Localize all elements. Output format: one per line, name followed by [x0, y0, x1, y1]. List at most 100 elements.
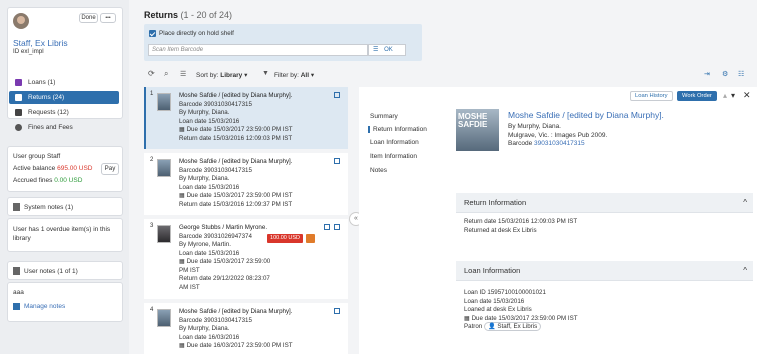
tab-return-information[interactable]: Return Information	[368, 126, 427, 133]
patron-chip[interactable]: 👤 Staff, Ex Libris	[483, 322, 542, 331]
loan-information-body: Loan ID 15957100100001021 Loan date 15/0…	[456, 281, 753, 349]
tab-summary[interactable]: Summary	[370, 113, 398, 120]
done-button[interactable]: Done	[79, 13, 98, 23]
row-due-text: Due date 15/03/2017 23:59:00 PM IST	[186, 192, 293, 199]
system-note-text: User has 1 overdue item(s) in this libra…	[13, 226, 111, 242]
manage-notes-icon	[13, 303, 20, 310]
user-note-text: aaa	[13, 289, 24, 296]
cover-image: MOSHE SAFDIE	[456, 109, 499, 151]
row-due-text: Due date 15/03/2017 23:59:00	[186, 258, 271, 265]
row-return-date: Return date 29/12/2022 08:23:07	[179, 275, 270, 282]
chevron-up-icon[interactable]: ^	[743, 193, 747, 213]
fines-label: Accrued fines	[13, 177, 53, 184]
nav-fines-label: Fines and Fees	[28, 124, 73, 131]
left-sidebar: Done ••• Staff, Ex Libris ID exl_impl Lo…	[0, 0, 129, 354]
chevron-down-icon[interactable]: ▾	[731, 91, 735, 100]
detail-author: By Murphy, Diana.	[508, 123, 561, 130]
calendar-icon: ▦	[179, 126, 185, 133]
row-number: 1	[150, 91, 154, 97]
tab-item-information[interactable]: Item Information	[370, 153, 417, 160]
loan-history-button[interactable]: Loan History	[630, 91, 673, 101]
user-notes-header[interactable]: User notes (1 of 1)	[7, 261, 123, 280]
chevron-up-icon[interactable]: ▴	[723, 91, 727, 100]
user-name[interactable]: Staff, Ex Libris	[13, 38, 68, 48]
row-title[interactable]: Moshe Safdie / [edited by Diana Murphy].	[179, 308, 293, 317]
loan-information-header[interactable]: Loan Information ^	[456, 261, 753, 281]
calendar-icon: ▦	[179, 258, 185, 265]
row-due-date: ▦ Due date 15/03/2017 23:59:00 PM IST	[179, 192, 293, 201]
pay-button[interactable]: Pay	[101, 163, 119, 175]
balance-value: 695.00 USD	[57, 165, 93, 172]
list-item[interactable]: 2 Moshe Safdie / [edited by Diana Murphy…	[144, 153, 348, 215]
fee-alert-icon	[306, 234, 315, 243]
copy-icon[interactable]	[334, 158, 340, 164]
cover-thumbnail	[157, 309, 171, 327]
scan-barcode-input[interactable]: Scan Item Barcode	[148, 44, 368, 56]
nav-fines[interactable]: Fines and Fees	[9, 121, 119, 134]
cover-thumbnail	[157, 159, 171, 177]
nav-returns[interactable]: Returns (24)	[9, 91, 119, 104]
page-title: Returns (1 - 20 of 24)	[144, 10, 232, 20]
row-author: By Myrone, Martin.	[179, 241, 231, 248]
nav-requests[interactable]: Requests (12)	[9, 106, 119, 119]
row-number: 3	[150, 223, 154, 229]
nav-loans[interactable]: Loans (1)	[9, 76, 119, 89]
patron-label: Patron	[464, 323, 483, 330]
hold-shelf-checkbox[interactable]	[149, 30, 156, 37]
copy-icon[interactable]	[334, 92, 340, 98]
detail-meta: By Murphy, Diana. Mulgrave, Vic. : Image…	[508, 123, 607, 149]
close-icon[interactable]: ✕	[743, 90, 751, 101]
row-title[interactable]: Moshe Safdie / [edited by Diana Murphy].	[179, 158, 293, 167]
loan-date: Loan date 15/03/2016	[464, 297, 525, 305]
chevron-up-icon[interactable]: ^	[743, 261, 747, 281]
list-item[interactable]: 4 Moshe Safdie / [edited by Diana Murphy…	[144, 303, 348, 354]
barcode-label: Barcode	[508, 140, 533, 147]
row-due-date: ▦ Due date 15/03/2017 23:59:00 PM IST	[179, 126, 293, 135]
export-icon[interactable]: ⇥	[704, 70, 710, 78]
fee-badge[interactable]: 100.00 USD	[267, 234, 303, 243]
tab-loan-information[interactable]: Loan Information	[370, 139, 419, 146]
more-button[interactable]: •••	[100, 13, 116, 23]
row-title[interactable]: George Stubbs / Martin Myrone.	[179, 224, 270, 233]
edit-icon[interactable]	[324, 224, 330, 230]
sort-control[interactable]: Sort by: Library ▾	[196, 71, 247, 79]
list-item[interactable]: 1 Moshe Safdie / [edited by Diana Murphy…	[144, 87, 348, 149]
refresh-icon[interactable]: ⟳	[148, 69, 155, 78]
user-id: ID exl_impl	[13, 48, 44, 55]
columns-icon[interactable]: ☷	[738, 70, 744, 78]
manage-notes-label[interactable]: Manage notes	[24, 303, 65, 310]
barcode-link[interactable]: 39031030417315	[534, 140, 585, 147]
notes-icon	[13, 203, 20, 211]
tab-notes[interactable]: Notes	[370, 167, 387, 174]
accrued-fines: Accrued fines 0.00 USD	[13, 177, 82, 184]
page-title-text: Returns	[144, 10, 179, 20]
list-item[interactable]: 3 George Stubbs / Martin Myrone. Barcode…	[144, 219, 348, 299]
system-notes-header[interactable]: System notes (1)	[7, 197, 123, 216]
page-count: (1 - 20 of 24)	[180, 10, 233, 20]
copy-icon[interactable]	[334, 224, 340, 230]
work-order-button[interactable]: Work Order	[677, 91, 717, 101]
row-due-text: Due date 15/03/2017 23:59:00 PM IST	[186, 126, 293, 133]
filter-control[interactable]: Filter by: All ▾	[274, 71, 314, 79]
fines-icon	[15, 124, 22, 131]
sort-value: Library	[220, 72, 243, 79]
search-icon[interactable]: ⌕	[164, 69, 168, 79]
row-text: Moshe Safdie / [edited by Diana Murphy].…	[179, 158, 293, 209]
scan-ok-button[interactable]: ☰ OK	[368, 44, 406, 56]
sort-icon: ☰	[180, 71, 187, 78]
row-barcode: Barcode 39031030417315	[179, 166, 252, 174]
return-information-header[interactable]: Return Information ^	[456, 193, 753, 213]
cover-text: MOSHE SAFDIE	[458, 112, 488, 129]
row-return-date-cont: AM IST	[179, 283, 200, 291]
copy-icon[interactable]	[334, 308, 340, 314]
user-notes-title: User notes (1 of 1)	[24, 268, 78, 275]
gear-icon[interactable]: ⚙	[722, 70, 728, 78]
avatar[interactable]	[13, 13, 29, 29]
return-information-title: Return Information	[464, 198, 527, 207]
filter-icon: ▼	[262, 70, 269, 77]
detail-title[interactable]: Moshe Safdie / [edited by Diana Murphy].	[508, 110, 664, 120]
row-author: By Murphy, Diana.	[179, 325, 230, 332]
calendar-icon: ▦	[179, 192, 185, 199]
loan-information-section: Loan Information ^ Loan ID 1595710010000…	[456, 261, 753, 349]
row-title[interactable]: Moshe Safdie / [edited by Diana Murphy].	[179, 92, 293, 101]
